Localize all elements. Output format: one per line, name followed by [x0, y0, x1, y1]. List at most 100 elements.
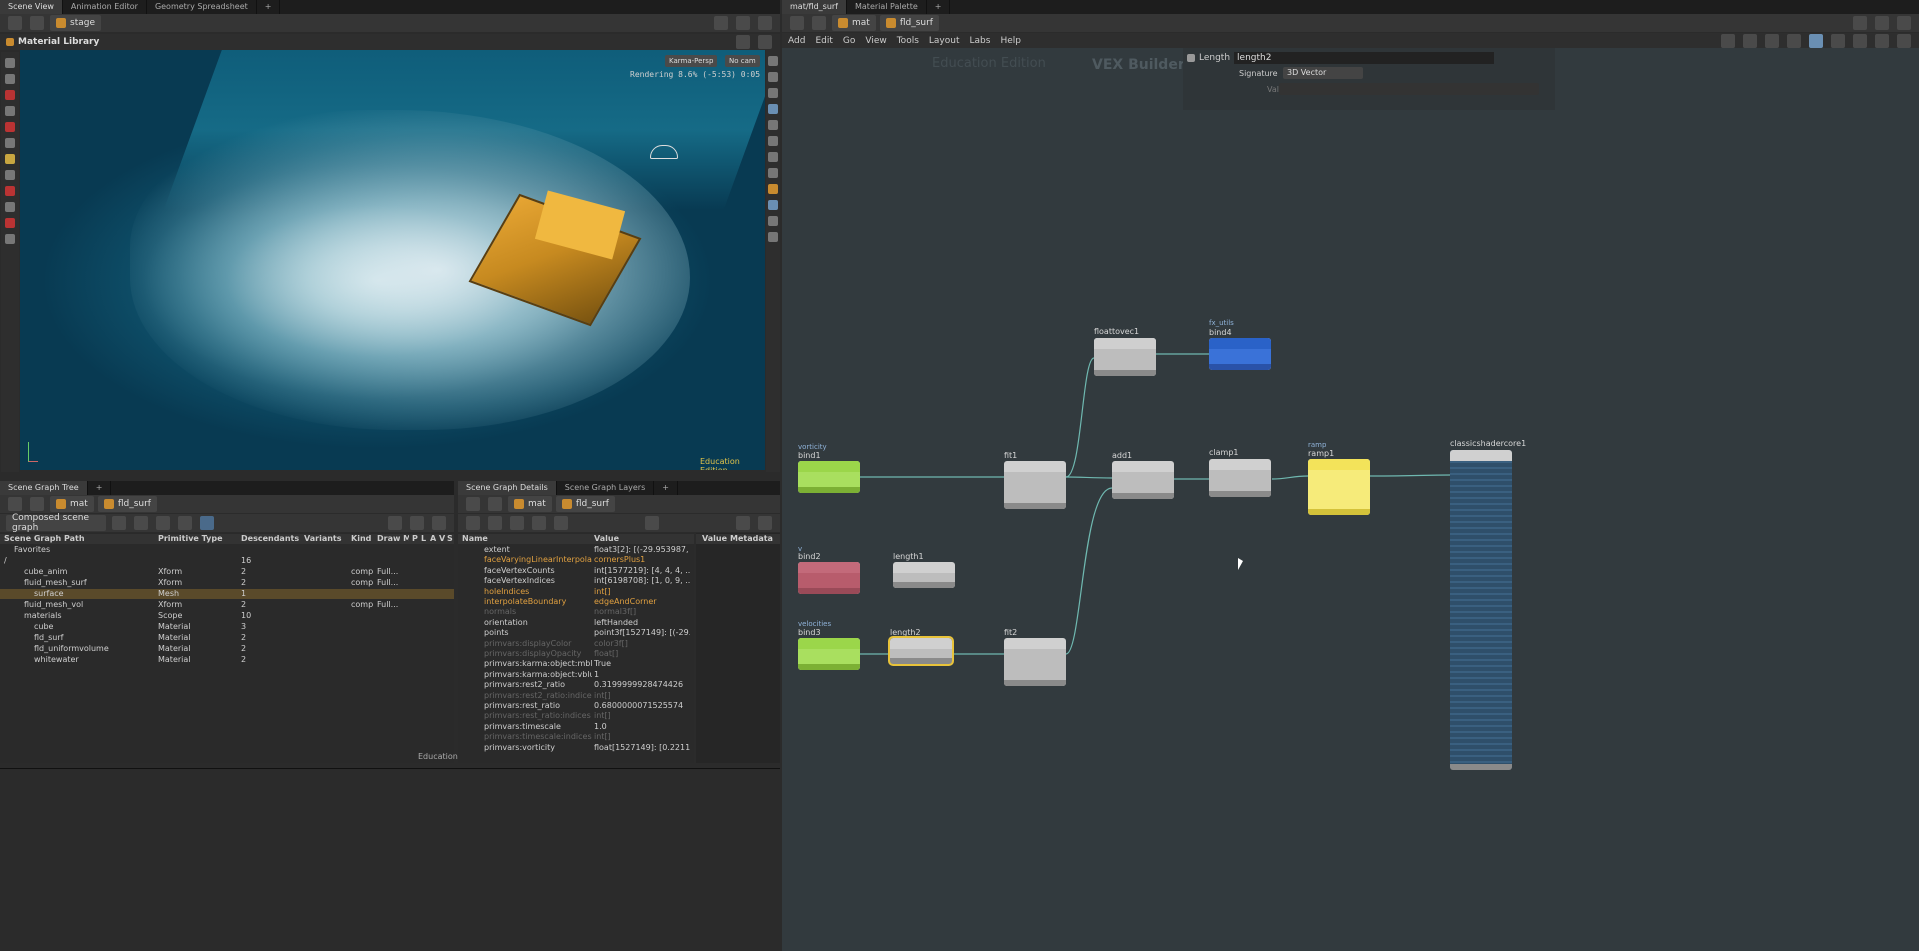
- table-row[interactable]: primvars:karma:object:mblur True: [458, 659, 694, 669]
- node-bind3[interactable]: [798, 638, 860, 670]
- table-row[interactable]: primvars:rest2_ratio:indices int[]: [458, 691, 694, 701]
- sync-icon[interactable]: [200, 516, 214, 530]
- back-icon[interactable]: [8, 16, 22, 30]
- node-length2[interactable]: [888, 636, 954, 666]
- add-tab-button-sgd[interactable]: +: [654, 481, 678, 495]
- wrench-icon[interactable]: [1721, 33, 1735, 48]
- col-a[interactable]: A: [430, 534, 438, 544]
- move-tool-icon[interactable]: [5, 106, 15, 116]
- filter-icon[interactable]: [112, 516, 126, 530]
- mat-path-chip[interactable]: mat: [832, 15, 876, 31]
- table-row[interactable]: fluid_mesh_vol Xform 2 compon Full...: [0, 600, 454, 610]
- help-icon[interactable]: [758, 516, 772, 530]
- rows-icon[interactable]: [532, 516, 546, 530]
- table-row[interactable]: cube_anim Xform 2 compon Full...: [0, 567, 454, 577]
- expand-icon[interactable]: [156, 516, 170, 530]
- node-floattovec1[interactable]: [1094, 338, 1156, 376]
- light-gizmo-icon[interactable]: [650, 145, 678, 159]
- table-row[interactable]: fld_surf Material 2: [0, 633, 454, 643]
- frame-icon[interactable]: [1853, 33, 1867, 48]
- table-row[interactable]: orientation leftHanded: [458, 618, 694, 628]
- visibility-icon[interactable]: [768, 72, 778, 82]
- search-icon[interactable]: [1897, 33, 1911, 48]
- table-row[interactable]: normals normal3f[]: [458, 607, 694, 617]
- forward-icon[interactable]: [812, 16, 826, 30]
- search-icon[interactable]: [178, 516, 192, 530]
- table-row[interactable]: points point3f[1527149]: [(-29.9...: [458, 628, 694, 638]
- node-bind4[interactable]: [1209, 338, 1271, 370]
- camera-icon[interactable]: [768, 152, 778, 162]
- table-row[interactable]: primvars:displayOpacity float[]: [458, 649, 694, 659]
- forward-icon[interactable]: [30, 497, 44, 511]
- add-tab-button-net[interactable]: +: [927, 0, 951, 14]
- light-tool-icon[interactable]: [5, 186, 15, 196]
- camera-icon[interactable]: [736, 516, 750, 530]
- pin-icon[interactable]: [714, 16, 728, 30]
- table-row[interactable]: surface Mesh 1: [0, 589, 454, 599]
- table-icon[interactable]: [554, 516, 568, 530]
- col-type[interactable]: Primitive Type: [158, 534, 238, 544]
- lock-view-icon[interactable]: [768, 88, 778, 98]
- node-path-chip[interactable]: fld_surf: [555, 496, 615, 512]
- col-draw[interactable]: Draw Mod: [377, 534, 409, 544]
- ghost-icon[interactable]: [768, 136, 778, 146]
- snap-icon[interactable]: [1875, 33, 1889, 48]
- mat-path-chip[interactable]: mat: [508, 496, 552, 512]
- menu-tools[interactable]: Tools: [897, 36, 919, 46]
- value-field[interactable]: [1279, 83, 1539, 95]
- scale-tool-icon[interactable]: [5, 138, 15, 148]
- add-tab-button-sgt[interactable]: +: [88, 481, 112, 495]
- columns-icon[interactable]: [510, 516, 524, 530]
- table-row[interactable]: primvars:displayColor color3f[]: [458, 639, 694, 649]
- tab-scene-graph-details[interactable]: Scene Graph Details: [458, 481, 557, 495]
- sphere-icon[interactable]: [768, 232, 778, 242]
- menu-layout[interactable]: Layout: [929, 36, 960, 46]
- layout-icon[interactable]: [1831, 33, 1845, 48]
- tab-scene-view[interactable]: Scene View: [0, 0, 63, 14]
- light-icon[interactable]: [768, 184, 778, 194]
- table-row[interactable]: primvars:rest_ratio 0.6800000071525574: [458, 701, 694, 711]
- menu-help[interactable]: Help: [1000, 36, 1021, 46]
- signature-select[interactable]: 3D Vector: [1283, 67, 1363, 79]
- background-icon[interactable]: [768, 200, 778, 210]
- tab-material-palette[interactable]: Material Palette: [847, 0, 927, 14]
- snap-tool-icon[interactable]: [5, 218, 15, 228]
- table-row[interactable]: primvars:rest2_ratio 0.3199999928474426: [458, 680, 694, 690]
- node-path-chip[interactable]: fld_surf: [879, 15, 939, 31]
- lock-tool-icon[interactable]: [5, 74, 15, 84]
- stage-path-chip[interactable]: stage: [50, 15, 101, 31]
- forward-icon[interactable]: [488, 497, 502, 511]
- node-bind2[interactable]: [798, 562, 860, 594]
- node-fit2[interactable]: [1004, 638, 1066, 686]
- split-icon[interactable]: [736, 16, 750, 30]
- grid-icon[interactable]: [1743, 33, 1757, 48]
- tab-scene-graph-tree[interactable]: Scene Graph Tree: [0, 481, 88, 495]
- col-l[interactable]: L: [421, 534, 429, 544]
- table-row[interactable]: Favorites: [0, 545, 454, 555]
- col-path[interactable]: Scene Graph Path: [4, 534, 154, 544]
- table-row[interactable]: interpolateBoundary edgeAndCorner: [458, 597, 694, 607]
- table-row[interactable]: primvars:vorticity float[1527149]: [0.221…: [458, 743, 694, 753]
- rotate-tool-icon[interactable]: [5, 122, 15, 132]
- tab-scene-graph-layers[interactable]: Scene Graph Layers: [557, 481, 655, 495]
- table-row[interactable]: whitewater Material 2: [0, 655, 454, 665]
- param-node-name-field[interactable]: length2: [1234, 52, 1495, 64]
- node-add1[interactable]: [1112, 461, 1174, 499]
- select-tool-icon[interactable]: [5, 58, 15, 68]
- back-icon[interactable]: [8, 497, 22, 511]
- magnet-tool-icon[interactable]: [5, 202, 15, 212]
- table-row[interactable]: primvars:timescale 1.0: [458, 722, 694, 732]
- menu-add[interactable]: Add: [788, 36, 805, 46]
- wire-icon[interactable]: [768, 120, 778, 130]
- menu-labs[interactable]: Labs: [970, 36, 991, 46]
- node-path-chip[interactable]: fld_surf: [97, 496, 157, 512]
- pin-icon[interactable]: [1853, 16, 1867, 30]
- table-row[interactable]: holeIndices int[]: [458, 587, 694, 597]
- col-value[interactable]: Value: [594, 534, 684, 544]
- col-kind[interactable]: Kind: [351, 534, 373, 544]
- nocam-menu[interactable]: No cam: [725, 55, 760, 67]
- snapshot-icon[interactable]: [768, 216, 778, 226]
- render-viewport[interactable]: Karma-Persp No cam Rendering 8.6% (-5:53…: [20, 50, 765, 470]
- table-row[interactable]: cube Material 3: [0, 622, 454, 632]
- table-row[interactable]: primvars:timescale:indices int[]: [458, 732, 694, 742]
